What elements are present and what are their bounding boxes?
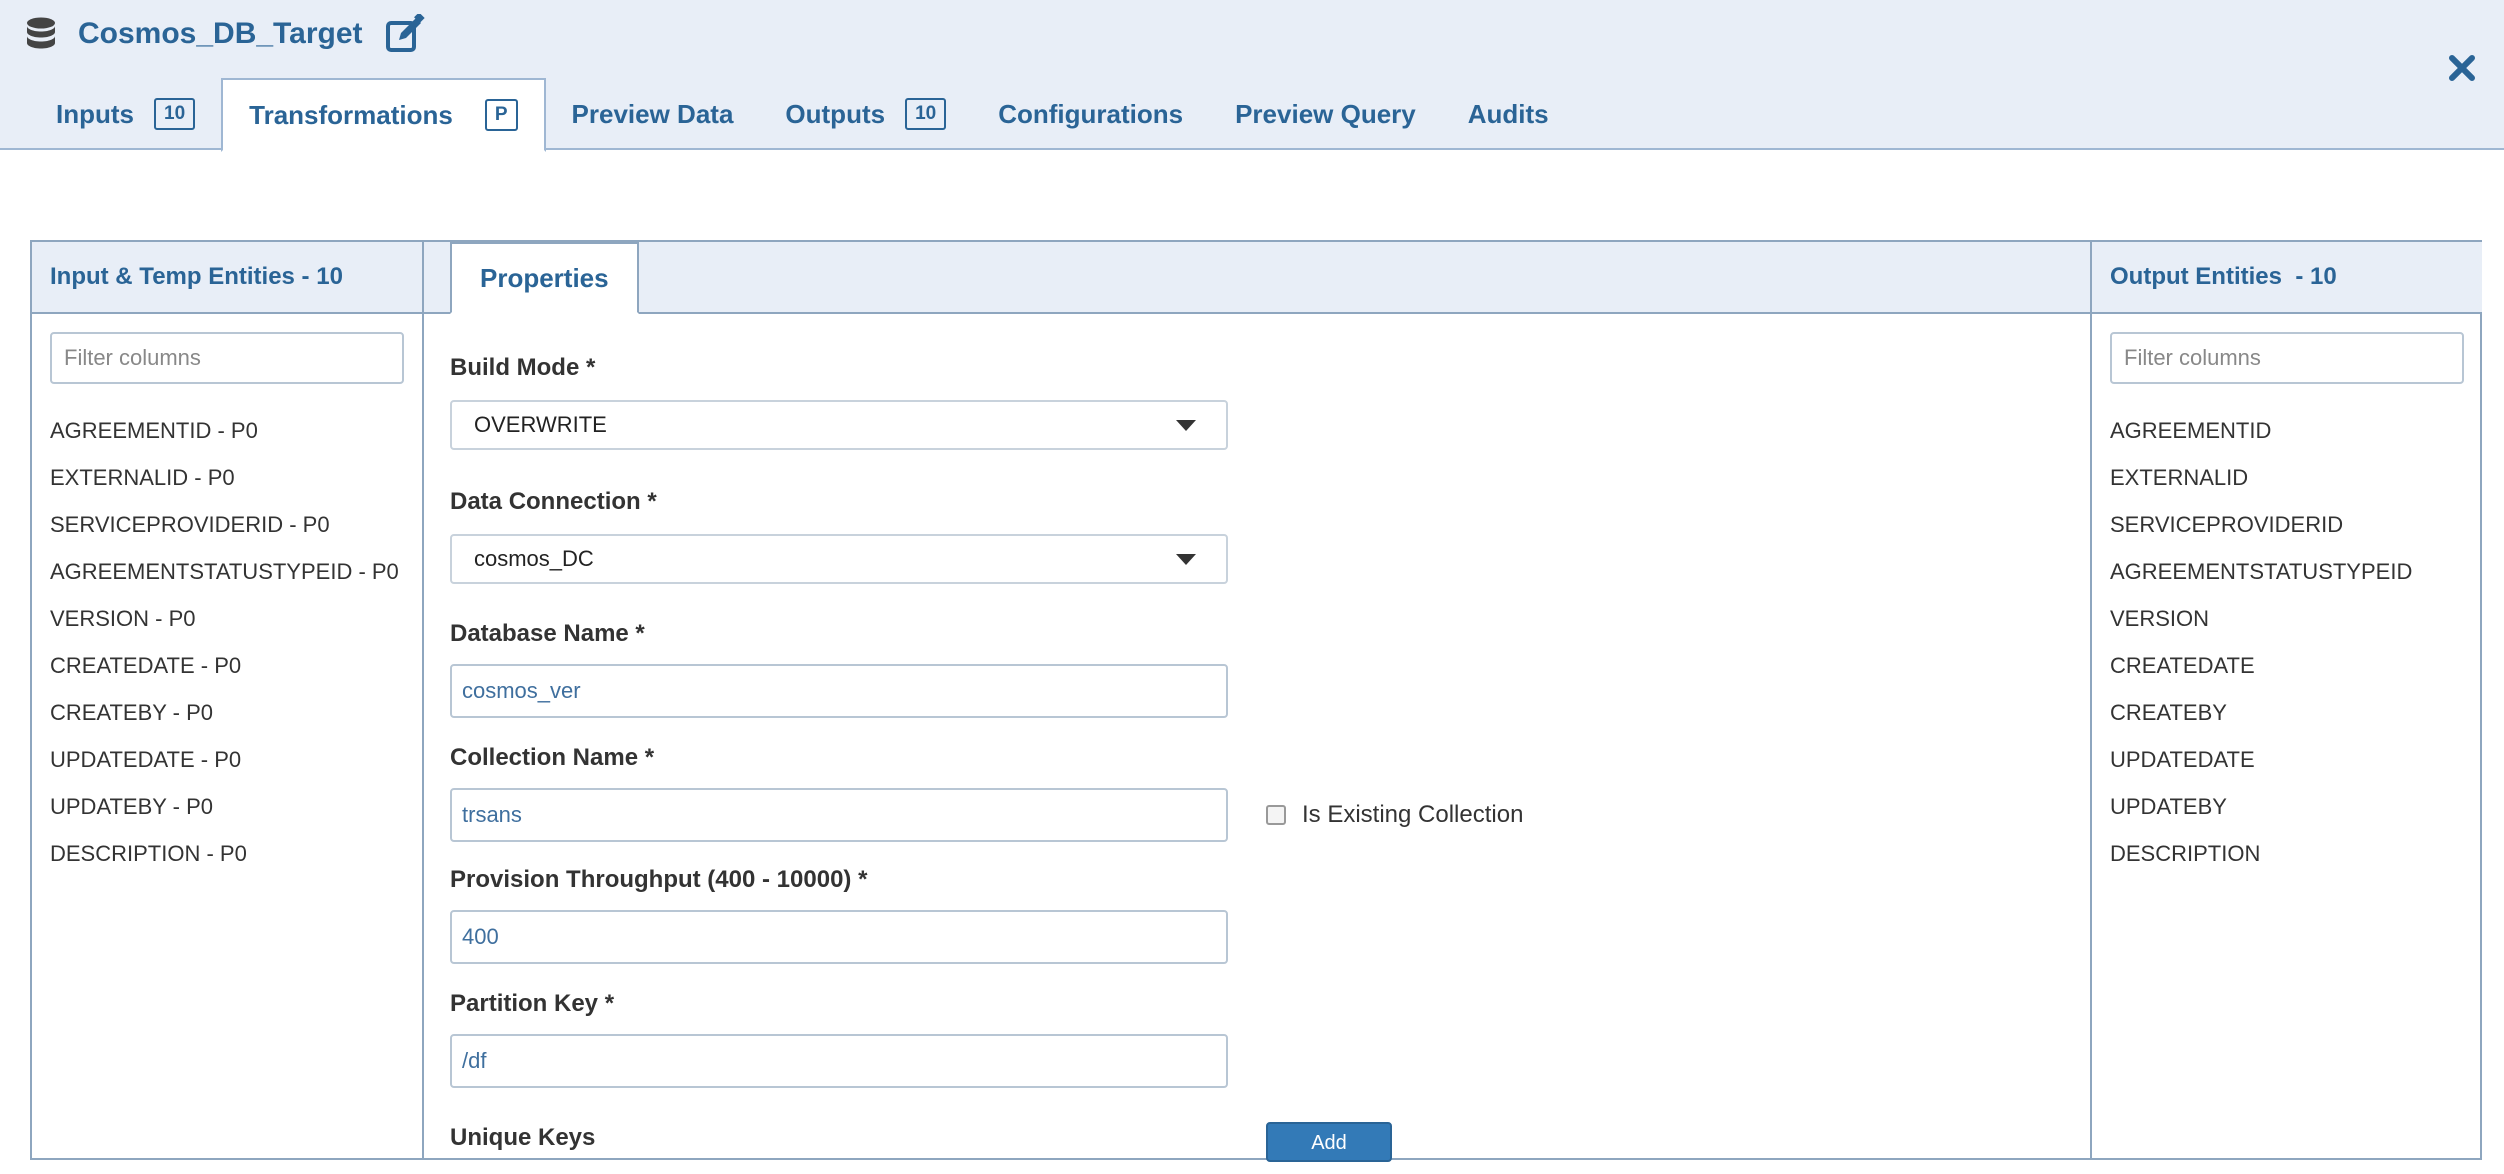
- tab-preview-query[interactable]: Preview Query: [1209, 78, 1442, 150]
- partition-key-input[interactable]: /df: [450, 1034, 1228, 1088]
- transformations-panel: Input & Temp Entities - 10 Filter column…: [30, 240, 2482, 1162]
- partition-key-label: Partition Key *: [450, 990, 615, 1017]
- unique-keys-label: Unique Keys: [450, 1124, 596, 1151]
- tab-transformations[interactable]: Transformations P: [221, 78, 546, 152]
- tab-preview-data[interactable]: Preview Data: [546, 78, 760, 150]
- close-icon[interactable]: [2444, 50, 2480, 86]
- list-item[interactable]: DESCRIPTION - P0: [50, 839, 422, 886]
- tab-outputs[interactable]: Outputs 10: [759, 78, 972, 150]
- tab-label: Preview Query: [1235, 98, 1416, 129]
- output-filter-input[interactable]: Filter columns: [2110, 332, 2464, 384]
- edit-icon[interactable]: [385, 14, 425, 54]
- collection-name-label: Collection Name *: [450, 744, 655, 771]
- data-connection-label: Data Connection *: [450, 488, 657, 515]
- properties-column: Properties Build Mode * OVERWRITE Data C…: [424, 242, 2090, 1162]
- list-item[interactable]: CREATEBY: [2110, 698, 2482, 745]
- list-item[interactable]: UPDATEBY - P0: [50, 792, 422, 839]
- add-unique-key-button[interactable]: Add: [1266, 1122, 1392, 1162]
- properties-tab-bar: Properties: [424, 242, 2090, 314]
- build-mode-label: Build Mode *: [450, 354, 596, 381]
- dialog-header: Cosmos_DB_Target Inputs 10 Transformatio…: [0, 0, 2504, 152]
- count-badge: 10: [154, 98, 196, 130]
- tab-label: Audits: [1467, 98, 1549, 129]
- chevron-down-icon: [1176, 554, 1196, 565]
- list-item[interactable]: AGREEMENTID: [2110, 416, 2482, 463]
- collection-name-input[interactable]: trsans: [450, 788, 1228, 842]
- list-item[interactable]: VERSION: [2110, 604, 2482, 651]
- tab-properties[interactable]: Properties: [450, 242, 639, 314]
- tab-inputs[interactable]: Inputs 10: [30, 78, 221, 150]
- tab-label: Inputs: [56, 98, 134, 129]
- title-row: Cosmos_DB_Target: [26, 14, 425, 54]
- build-mode-select[interactable]: OVERWRITE: [450, 400, 1228, 450]
- list-item[interactable]: SERVICEPROVIDERID - P0: [50, 510, 422, 557]
- list-item[interactable]: SERVICEPROVIDERID: [2110, 510, 2482, 557]
- database-icon: [27, 17, 55, 49]
- output-entities-column: Output Entities - 10 Filter columns AGRE…: [2090, 242, 2482, 1158]
- output-entity-list: AGREEMENTID EXTERNALID SERVICEPROVIDERID…: [2092, 416, 2482, 886]
- list-item[interactable]: CREATEDATE: [2110, 651, 2482, 698]
- provision-throughput-label: Provision Throughput (400 - 10000) *: [450, 866, 868, 893]
- tab-audits[interactable]: Audits: [1442, 78, 1575, 150]
- data-connection-select[interactable]: cosmos_DC: [450, 534, 1228, 584]
- list-item[interactable]: AGREEMENTID - P0: [50, 416, 422, 463]
- list-item[interactable]: EXTERNALID - P0: [50, 463, 422, 510]
- list-item[interactable]: AGREEMENTSTATUSTYPEID: [2110, 557, 2482, 604]
- provision-throughput-input[interactable]: 400: [450, 910, 1228, 964]
- page-title: Cosmos_DB_Target: [78, 17, 363, 50]
- input-filter-input[interactable]: Filter columns: [50, 332, 404, 384]
- tab-label: Transformations: [249, 99, 453, 130]
- database-name-input[interactable]: cosmos_ver: [450, 664, 1228, 718]
- tab-label: Outputs: [785, 98, 886, 129]
- list-item[interactable]: EXTERNALID: [2110, 463, 2482, 510]
- data-connection-value: cosmos_DC: [474, 546, 594, 571]
- is-existing-collection-label: Is Existing Collection: [1302, 801, 1524, 828]
- list-item[interactable]: DESCRIPTION: [2110, 839, 2482, 886]
- build-mode-value: OVERWRITE: [474, 412, 607, 437]
- list-item[interactable]: UPDATEDATE: [2110, 745, 2482, 792]
- list-item[interactable]: UPDATEDATE - P0: [50, 745, 422, 792]
- input-entities-title: Input & Temp Entities - 10: [32, 242, 422, 314]
- tab-bar: Inputs 10 Transformations P Preview Data…: [30, 78, 1575, 152]
- list-item[interactable]: CREATEBY - P0: [50, 698, 422, 745]
- is-existing-collection-checkbox[interactable]: [1266, 805, 1286, 825]
- list-item[interactable]: AGREEMENTSTATUSTYPEID - P0: [50, 557, 422, 604]
- database-name-label: Database Name *: [450, 620, 645, 647]
- tab-label: Configurations: [998, 98, 1184, 129]
- is-existing-collection-toggle[interactable]: Is Existing Collection: [1266, 801, 1523, 829]
- list-item[interactable]: CREATEDATE - P0: [50, 651, 422, 698]
- tab-label: Preview Data: [571, 98, 734, 129]
- output-entities-title: Output Entities - 10: [2092, 242, 2482, 314]
- list-item[interactable]: VERSION - P0: [50, 604, 422, 651]
- status-badge: P: [484, 99, 518, 131]
- input-entities-column: Input & Temp Entities - 10 Filter column…: [32, 242, 424, 1158]
- list-item[interactable]: UPDATEBY: [2110, 792, 2482, 839]
- tab-configurations[interactable]: Configurations: [972, 78, 1209, 150]
- count-badge: 10: [905, 98, 947, 130]
- input-entity-list: AGREEMENTID - P0 EXTERNALID - P0 SERVICE…: [32, 416, 422, 886]
- chevron-down-icon: [1176, 420, 1196, 431]
